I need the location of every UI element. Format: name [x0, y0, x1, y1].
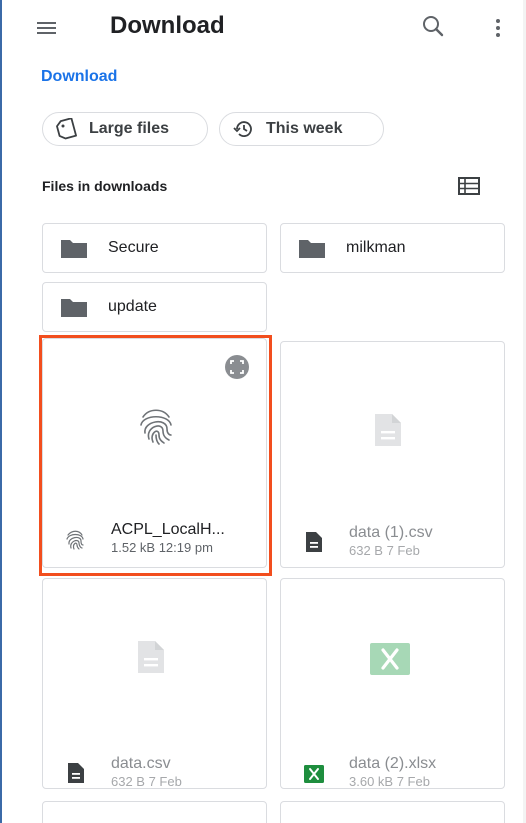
file-info: data.csv 632 B 7 Feb — [43, 750, 266, 789]
file-card-data-csv[interactable]: data.csv 632 B 7 Feb — [42, 578, 267, 789]
file-thumbnail — [281, 579, 504, 741]
file-meta: 632 B 7 Feb — [111, 774, 182, 789]
more-options-icon[interactable] — [486, 12, 510, 44]
this-week-label: This week — [266, 120, 343, 137]
large-files-chip[interactable]: Large files — [42, 112, 208, 146]
file-info: data (1).csv 632 B 7 Feb — [281, 519, 504, 559]
fingerprint-icon — [66, 530, 84, 550]
file-meta: 1.52 kB 12:19 pm — [111, 540, 213, 555]
file-name: data.csv — [111, 755, 171, 772]
menu-icon[interactable] — [34, 14, 62, 42]
file-thumbnail — [43, 339, 266, 501]
history-icon — [233, 121, 252, 137]
folder-icon — [299, 240, 325, 258]
file-card-acpl[interactable]: ACPL_LocalH... 1.52 kB 12:19 pm — [42, 338, 267, 568]
file-name: ACPL_LocalH... — [111, 521, 225, 538]
section-header: Files in downloads — [42, 178, 168, 194]
fingerprint-icon — [140, 409, 172, 445]
file-card-data-1-csv[interactable]: data (1).csv 632 B 7 Feb — [280, 341, 505, 568]
file-card-partial[interactable] — [42, 801, 267, 823]
folder-update[interactable]: update — [42, 282, 267, 332]
large-files-label: Large files — [89, 120, 170, 137]
this-week-chip[interactable]: This week — [219, 112, 384, 146]
label-tag-icon — [56, 118, 77, 140]
folder-name: update — [108, 298, 157, 315]
file-name: data (1).csv — [349, 524, 433, 541]
folder-icon — [61, 299, 87, 317]
folder-secure[interactable]: Secure — [42, 223, 267, 273]
document-icon — [68, 763, 84, 783]
file-card-partial[interactable] — [280, 801, 505, 823]
file-meta: 3.60 kB 7 Feb — [349, 774, 430, 789]
breadcrumb[interactable]: Download — [41, 68, 117, 86]
document-icon — [138, 641, 164, 673]
folder-name: milkman — [346, 239, 406, 256]
file-thumbnail — [43, 579, 266, 741]
search-icon[interactable] — [416, 10, 452, 46]
file-info: data (2).xlsx 3.60 kB 7 Feb — [281, 750, 504, 789]
excel-icon — [370, 643, 410, 675]
folder-milkman[interactable]: milkman — [280, 223, 505, 273]
file-name: data (2).xlsx — [349, 755, 437, 772]
list-view-icon[interactable] — [457, 176, 481, 196]
document-icon — [375, 414, 401, 446]
expand-preview-icon[interactable] — [223, 353, 251, 381]
document-icon — [306, 532, 322, 552]
file-thumbnail — [281, 342, 504, 504]
folder-name: Secure — [108, 239, 159, 256]
file-card-data-2-xlsx[interactable]: data (2).xlsx 3.60 kB 7 Feb — [280, 578, 505, 789]
folder-icon — [61, 240, 87, 258]
page-title: Download — [110, 12, 225, 39]
file-meta: 632 B 7 Feb — [349, 543, 420, 558]
excel-icon — [304, 765, 324, 783]
file-info: ACPL_LocalH... 1.52 kB 12:19 pm — [43, 516, 266, 556]
window-left-edge — [0, 0, 2, 823]
app-bar: Download — [0, 0, 523, 56]
